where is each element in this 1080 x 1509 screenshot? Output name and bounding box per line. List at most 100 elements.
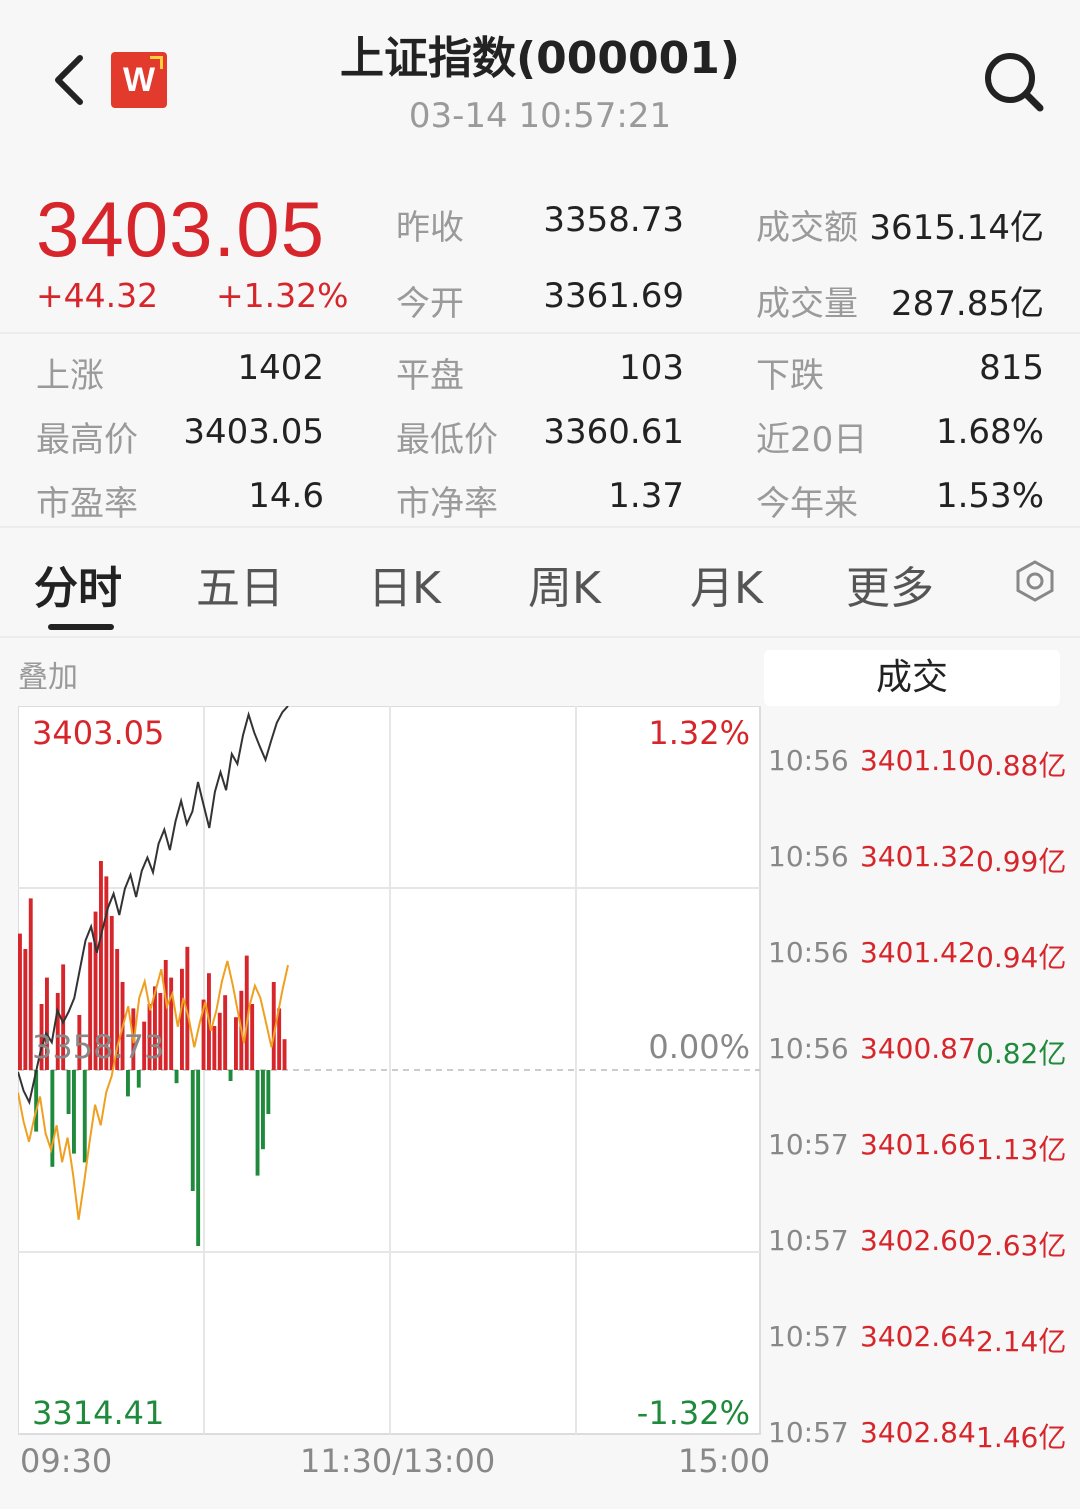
trade-time: 10:56 — [768, 744, 849, 777]
tab-5day[interactable]: 五日 — [196, 552, 284, 616]
trade-row: 10:57 3402.60 2.63亿 — [764, 1224, 1080, 1264]
volume-label: 成交量 — [756, 284, 858, 324]
pct-axis-bottom-label: -1.32% — [636, 1394, 750, 1432]
intraday-chart[interactable]: 3403.05 3358.73 3314.41 1.32% 0.00% -1.3… — [18, 706, 762, 1436]
trade-time: 10:56 — [768, 840, 849, 873]
trade-volume: 1.13亿 — [976, 1133, 1067, 1166]
unchanged-value: 103 — [619, 348, 684, 388]
volume-bar — [282, 1039, 287, 1070]
tab-weekly-k[interactable]: 周K — [528, 552, 601, 616]
pe-label: 市盈率 — [36, 484, 138, 524]
volume-bar — [82, 1070, 87, 1163]
trade-price: 3402.60 — [860, 1224, 976, 1257]
trade-row: 10:57 3401.66 1.13亿 — [764, 1128, 1080, 1168]
turnover-label: 成交额 — [756, 208, 858, 248]
trade-row: 10:56 3400.87 0.82亿 — [764, 1032, 1080, 1072]
pe-value: 14.6 — [248, 476, 324, 516]
time-axis-mid: 11:30/13:00 — [300, 1442, 496, 1480]
volume-bar — [174, 1070, 179, 1084]
volume-bar — [217, 1012, 222, 1070]
trade-time: 10:57 — [768, 1416, 849, 1449]
volume-value: 287.85亿 — [891, 284, 1044, 324]
open-label: 今开 — [396, 284, 464, 324]
low-value: 3360.61 — [543, 412, 684, 452]
pct-axis-mid-label: 0.00% — [648, 1028, 750, 1066]
volume-bar — [223, 995, 228, 1070]
chart-settings-button[interactable] — [1014, 560, 1056, 602]
trade-row: 10:57 3402.64 2.14亿 — [764, 1320, 1080, 1360]
pct-axis-top-label: 1.32% — [648, 714, 750, 752]
trade-volume: 0.88亿 — [976, 749, 1067, 782]
volume-bar — [190, 1070, 195, 1191]
trade-time: 10:57 — [768, 1320, 849, 1353]
settings-icon — [1016, 560, 1054, 602]
volume-bar — [126, 1070, 130, 1097]
volume-bar — [255, 1070, 260, 1176]
volume-bar — [261, 1070, 265, 1150]
intraday-chart-svg — [18, 706, 761, 1435]
prev-close-value: 3358.73 — [543, 200, 684, 240]
tab-monthly-k[interactable]: 月K — [690, 552, 763, 616]
volume-bar — [180, 968, 184, 1070]
trade-volume: 0.99亿 — [976, 845, 1067, 878]
price-change: +44.32 — [36, 276, 159, 315]
trades-tab[interactable]: 成交 — [764, 650, 1060, 706]
ytd-value: 1.53% — [935, 476, 1044, 516]
20day-value: 1.68% — [935, 412, 1044, 452]
tab-intraday[interactable]: 分时 — [34, 552, 122, 616]
trade-price: 3402.64 — [860, 1320, 976, 1353]
volume-bar — [234, 1017, 238, 1070]
trade-volume: 1.46亿 — [976, 1421, 1067, 1454]
tab-more[interactable]: 更多 — [846, 552, 934, 616]
prev-close-label: 昨收 — [396, 208, 464, 248]
chart-tabs: 分时 五日 日K 周K 月K 更多 — [0, 528, 1080, 636]
unchanged-label: 平盘 — [396, 356, 464, 396]
advancers-label: 上涨 — [36, 356, 104, 396]
current-price: 3403.05 — [36, 185, 325, 273]
search-button[interactable] — [982, 50, 1046, 114]
divider — [0, 332, 1080, 334]
trade-price: 3402.84 — [860, 1416, 976, 1449]
active-tab-indicator — [48, 624, 114, 630]
volume-bar — [228, 1070, 233, 1081]
y-axis-mid-label: 3358.73 — [32, 1028, 165, 1066]
time-axis-end: 15:00 — [678, 1442, 771, 1480]
20day-label: 近20日 — [756, 420, 868, 460]
page-title: 上证指数(000001) — [340, 33, 740, 84]
decliners-value: 815 — [979, 348, 1044, 388]
trade-row: 10:57 3402.84 1.46亿 — [764, 1416, 1080, 1456]
volume-bar — [250, 1004, 255, 1070]
volume-bar — [196, 1070, 201, 1246]
high-value: 3403.05 — [183, 412, 324, 452]
volume-bar — [136, 1070, 141, 1088]
trade-price: 3400.87 — [860, 1032, 976, 1065]
overlay-button[interactable]: 叠加 — [18, 652, 78, 696]
trade-time: 10:56 — [768, 1032, 849, 1065]
volume-bar — [18, 933, 22, 1070]
search-icon — [985, 53, 1044, 112]
volume-bar — [212, 1026, 217, 1070]
volume-bar — [72, 1070, 76, 1154]
trade-volume: 0.94亿 — [976, 941, 1067, 974]
low-label: 最低价 — [396, 420, 498, 460]
quote-panel: 3403.05 +44.32 +1.32% 昨收 3358.73 今开 3361… — [0, 160, 1080, 526]
volume-bar — [66, 1070, 71, 1114]
open-value: 3361.69 — [543, 276, 684, 316]
divider — [0, 636, 1080, 638]
tab-daily-k[interactable]: 日K — [368, 552, 441, 616]
turnover-value: 3615.14亿 — [869, 208, 1044, 248]
decliners-label: 下跌 — [756, 356, 824, 396]
volume-bar — [163, 960, 168, 1070]
trade-row: 10:56 3401.10 0.88亿 — [764, 744, 1080, 784]
y-axis-bottom-label: 3314.41 — [32, 1394, 165, 1432]
trade-volume: 2.14亿 — [976, 1325, 1067, 1358]
header-bar: W 上证指数(000001) 03-14 10:57:21 — [0, 0, 1080, 160]
trade-row: 10:56 3401.32 0.99亿 — [764, 840, 1080, 880]
pb-value: 1.37 — [608, 476, 684, 516]
volume-bar — [23, 949, 28, 1070]
high-label: 最高价 — [36, 420, 138, 460]
trade-row: 10:56 3401.42 0.94亿 — [764, 936, 1080, 976]
y-axis-top-label: 3403.05 — [32, 714, 165, 752]
trade-volume: 0.82亿 — [976, 1037, 1067, 1070]
trade-time: 10:57 — [768, 1128, 849, 1161]
